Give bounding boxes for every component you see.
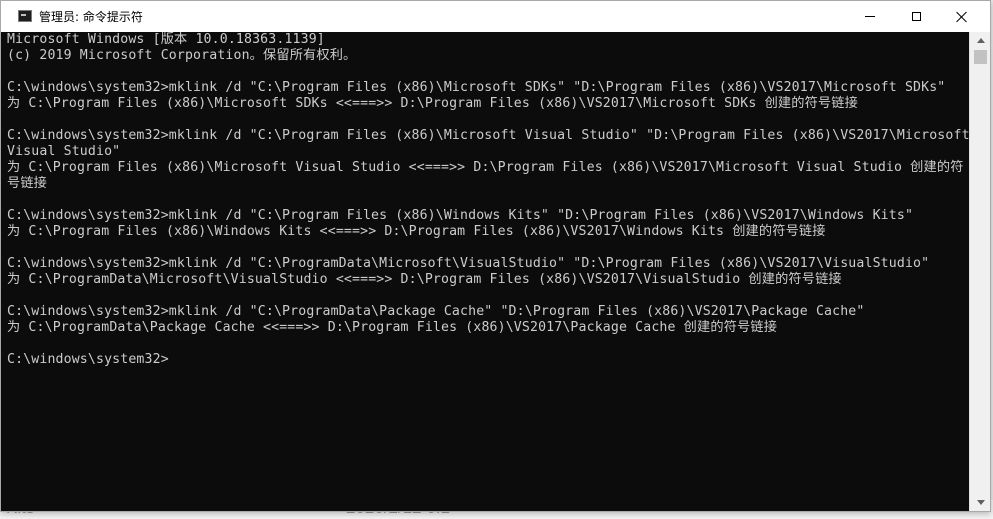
console-line: C:\windows\system32>mklink /d "C:\Progra… [7, 128, 969, 143]
minimize-icon [865, 16, 875, 17]
console-text: Microsoft Windows [版本 10.0.18363.1139] (c… [7, 32, 969, 368]
console-line: C:\windows\system32> [7, 352, 169, 367]
console-line: 为 C:\ProgramData\Microsoft\VisualStudio … [7, 272, 842, 287]
console-line: C:\windows\system32>mklink /d "C:\Progra… [7, 304, 865, 319]
maximize-button[interactable] [893, 1, 939, 32]
command-prompt-window: 管理员: 命令提示符 Microsoft Windows [版本 10.0.18… [0, 0, 991, 512]
vertical-scrollbar[interactable] [969, 32, 990, 511]
console-output-area[interactable]: Microsoft Windows [版本 10.0.18363.1139] (c… [1, 32, 969, 511]
console-line: 为 C:\Program Files (x86)\Microsoft Visua… [7, 160, 964, 175]
scrollbar-thumb[interactable] [974, 50, 987, 64]
console-line: (c) 2019 Microsoft Corporation。保留所有权利。 [7, 48, 357, 63]
console-line: Visual Studio" [7, 144, 121, 159]
scroll-down-button[interactable] [970, 494, 990, 511]
console-line: 为 C:\Program Files (x86)\Windows Kits <<… [7, 224, 826, 239]
console-line: 为 C:\ProgramData\Package Cache <<===>> D… [7, 320, 778, 335]
scroll-up-button[interactable] [970, 32, 990, 49]
title-bar[interactable]: 管理员: 命令提示符 [1, 1, 990, 32]
chevron-up-icon [976, 38, 985, 43]
close-icon [956, 11, 968, 23]
console-line: 号链接 [7, 176, 48, 191]
console-line: 为 C:\Program Files (x86)\Microsoft SDKs … [7, 96, 858, 111]
cmd-icon[interactable] [18, 10, 32, 22]
close-button[interactable] [939, 1, 985, 32]
console-line: Microsoft Windows [版本 10.0.18363.1139] [7, 32, 325, 47]
console-line: C:\windows\system32>mklink /d "C:\Progra… [7, 208, 914, 223]
console-line: C:\windows\system32>mklink /d "C:\Progra… [7, 256, 930, 271]
maximize-icon [911, 12, 921, 21]
chevron-down-icon [976, 500, 985, 505]
window-title: 管理员: 命令提示符 [39, 10, 143, 24]
minimize-button[interactable] [847, 1, 893, 32]
console-line: C:\windows\system32>mklink /d "C:\Progra… [7, 80, 946, 95]
